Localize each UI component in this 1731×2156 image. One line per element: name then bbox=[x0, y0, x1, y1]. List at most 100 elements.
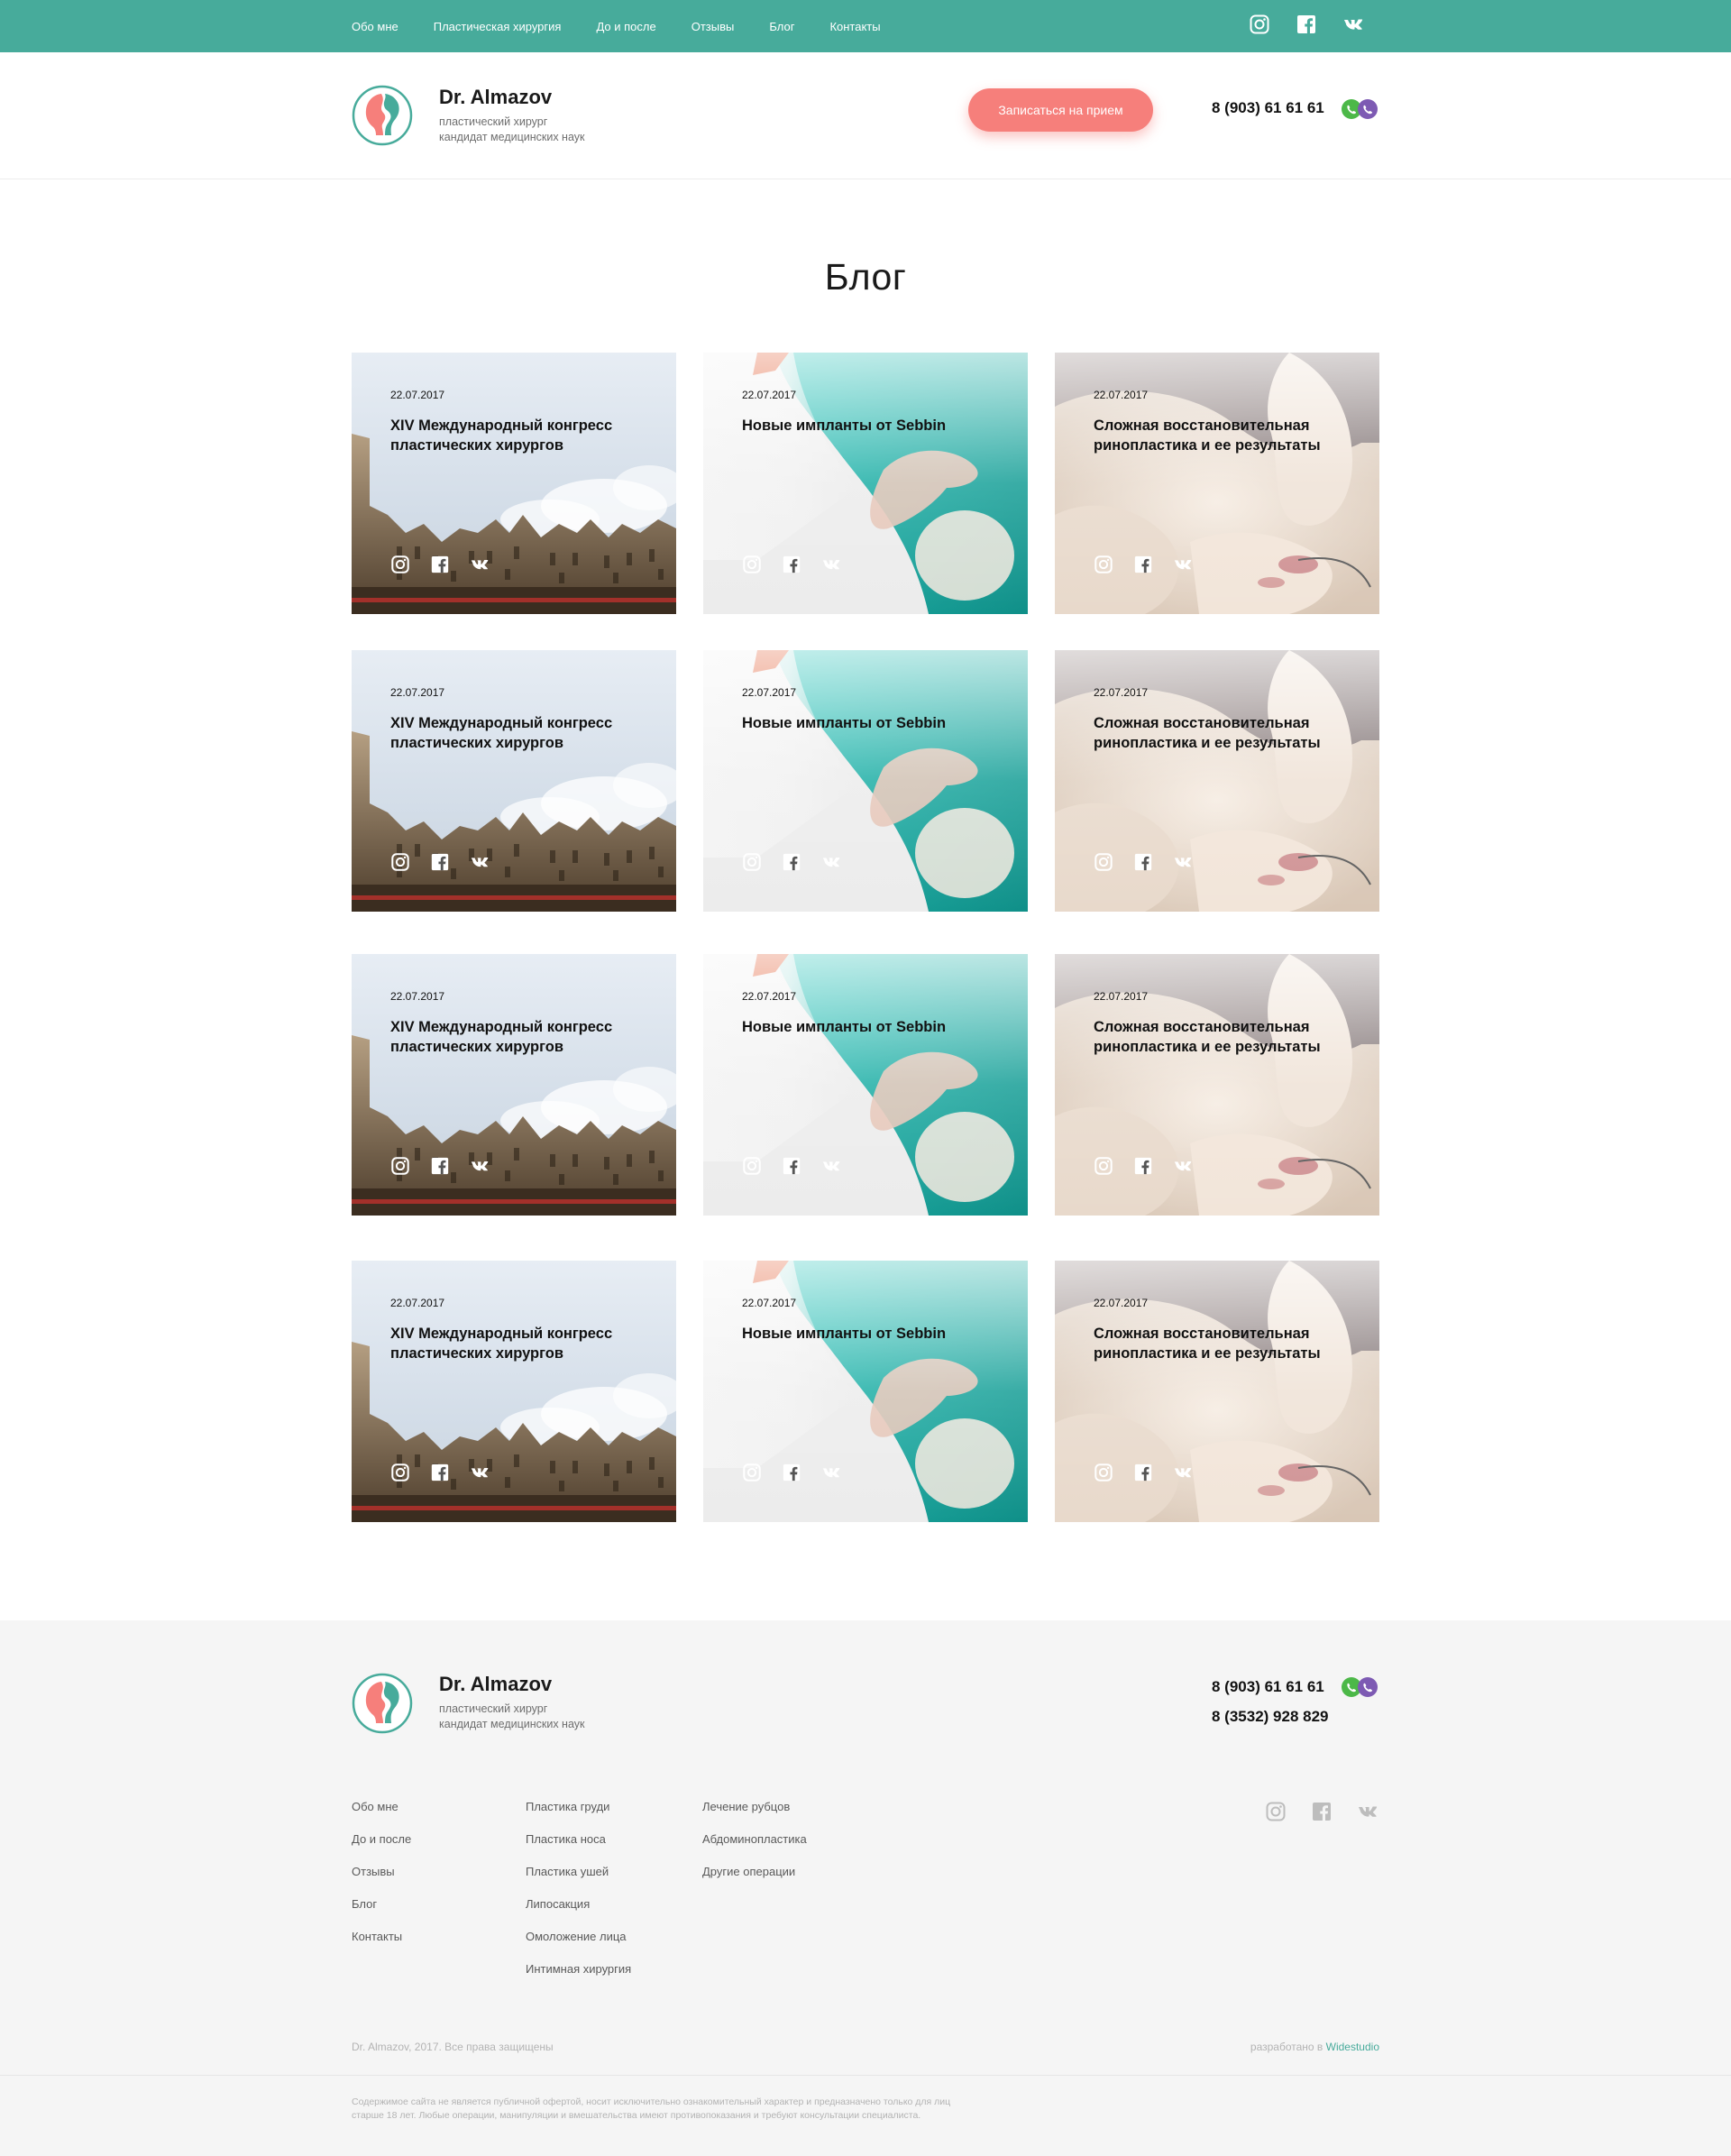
blog-card[interactable]: 22.07.2017 Сложная восстановительная рино… bbox=[1055, 1261, 1379, 1522]
nav-item-plastic-surgery[interactable]: Пластическая хирургия bbox=[434, 20, 562, 33]
blog-card-title[interactable]: XIV Международный конгресс пластических … bbox=[390, 416, 652, 455]
developer-link[interactable]: Widestudio bbox=[1326, 2041, 1379, 2053]
nav-item-reviews[interactable]: Отзывы bbox=[691, 20, 735, 33]
nav-item-blog[interactable]: Блог bbox=[769, 20, 794, 33]
page-title: Блог bbox=[824, 256, 907, 298]
vk-icon[interactable] bbox=[821, 1463, 841, 1482]
facebook-icon[interactable] bbox=[1133, 1463, 1153, 1482]
blog-card-title[interactable]: XIV Международный конгресс пластических … bbox=[390, 713, 652, 753]
viber-icon[interactable] bbox=[1358, 99, 1378, 119]
blog-card[interactable]: 22.07.2017 XIV Международный конгресс пла… bbox=[352, 1261, 676, 1522]
top-navbar: Обо мне Пластическая хирургия До и после… bbox=[0, 0, 1731, 52]
blog-card[interactable]: 22.07.2017 Новые импланты от Sebbin bbox=[703, 650, 1028, 912]
footer-link[interactable]: Пластика груди bbox=[526, 1801, 631, 1812]
facebook-icon[interactable] bbox=[430, 555, 450, 574]
blog-card[interactable]: 22.07.2017 Сложная восстановительная рино… bbox=[1055, 954, 1379, 1216]
blog-card[interactable]: 22.07.2017 XIV Международный конгресс пла… bbox=[352, 954, 676, 1216]
instagram-icon[interactable] bbox=[1094, 1156, 1113, 1176]
blog-card[interactable]: 22.07.2017 XIV Международный конгресс пла… bbox=[352, 650, 676, 912]
vk-icon[interactable] bbox=[1357, 1801, 1378, 1822]
nav-item-before-after[interactable]: До и после bbox=[596, 20, 655, 33]
vk-icon[interactable] bbox=[470, 1156, 490, 1176]
vk-icon[interactable] bbox=[470, 1463, 490, 1482]
footer-phone-landline[interactable]: 8 (3532) 928 829 bbox=[1212, 1708, 1329, 1726]
footer-link[interactable]: Интимная хирургия bbox=[526, 1963, 631, 1975]
blog-card[interactable]: 22.07.2017 Новые импланты от Sebbin bbox=[703, 1261, 1028, 1522]
blog-card[interactable]: 22.07.2017 Сложная восстановительная рино… bbox=[1055, 650, 1379, 912]
footer-link[interactable]: Омоложение лица bbox=[526, 1931, 631, 1942]
footer-link[interactable]: Другие операции bbox=[702, 1866, 807, 1877]
instagram-icon[interactable] bbox=[390, 1156, 410, 1176]
blog-card-title[interactable]: XIV Международный конгресс пластических … bbox=[390, 1017, 652, 1057]
instagram-icon[interactable] bbox=[1094, 1463, 1113, 1482]
facebook-icon[interactable] bbox=[1296, 14, 1317, 35]
footer-phone-mobile[interactable]: 8 (903) 61 61 61 bbox=[1212, 1678, 1324, 1696]
blog-card-title[interactable]: Сложная восстановительная ринопластика и… bbox=[1094, 1324, 1355, 1363]
book-appointment-button[interactable]: Записаться на прием bbox=[968, 88, 1153, 132]
footer-nav-col-surgery: Пластика груди Пластика носа Пластика уш… bbox=[526, 1801, 631, 1995]
vk-icon[interactable] bbox=[821, 555, 841, 574]
instagram-icon[interactable] bbox=[1265, 1801, 1287, 1822]
blog-card-title[interactable]: Новые импланты от Sebbin bbox=[742, 1017, 1003, 1037]
blog-card[interactable]: 22.07.2017 XIV Международный конгресс пла… bbox=[352, 353, 676, 614]
instagram-icon[interactable] bbox=[390, 1463, 410, 1482]
instagram-icon[interactable] bbox=[742, 1156, 762, 1176]
blog-card-title[interactable]: Новые импланты от Sebbin bbox=[742, 713, 1003, 733]
instagram-icon[interactable] bbox=[390, 555, 410, 574]
footer-link[interactable]: Пластика носа bbox=[526, 1833, 631, 1845]
viber-icon[interactable] bbox=[1358, 1677, 1378, 1697]
facebook-icon[interactable] bbox=[430, 1156, 450, 1176]
vk-icon[interactable] bbox=[821, 852, 841, 872]
facebook-icon[interactable] bbox=[782, 1156, 801, 1176]
instagram-icon[interactable] bbox=[742, 1463, 762, 1482]
facebook-icon[interactable] bbox=[782, 555, 801, 574]
blog-card[interactable]: 22.07.2017 Новые импланты от Sebbin bbox=[703, 353, 1028, 614]
nav-item-about[interactable]: Обо мне bbox=[352, 20, 398, 33]
facebook-icon[interactable] bbox=[1133, 1156, 1153, 1176]
facebook-icon[interactable] bbox=[782, 852, 801, 872]
vk-icon[interactable] bbox=[1173, 852, 1193, 872]
footer-link[interactable]: Липосакция bbox=[526, 1898, 631, 1910]
blog-card-title[interactable]: Сложная восстановительная ринопластика и… bbox=[1094, 1017, 1355, 1057]
footer-link[interactable]: Пластика ушей bbox=[526, 1866, 631, 1877]
footer-link[interactable]: До и после bbox=[352, 1833, 411, 1845]
footer-link[interactable]: Лечение рубцов bbox=[702, 1801, 807, 1812]
blog-card[interactable]: 22.07.2017 Новые импланты от Sebbin bbox=[703, 954, 1028, 1216]
footer-logo[interactable] bbox=[352, 1673, 413, 1734]
nav-item-contacts[interactable]: Контакты bbox=[829, 20, 880, 33]
instagram-icon[interactable] bbox=[1094, 555, 1113, 574]
vk-icon[interactable] bbox=[1173, 1463, 1193, 1482]
blog-card-date: 22.07.2017 bbox=[390, 990, 445, 1003]
instagram-icon[interactable] bbox=[390, 852, 410, 872]
blog-card-title[interactable]: Новые импланты от Sebbin bbox=[742, 416, 1003, 436]
blog-card[interactable]: 22.07.2017 Сложная восстановительная рино… bbox=[1055, 353, 1379, 614]
blog-card-title[interactable]: XIV Международный конгресс пластических … bbox=[390, 1324, 652, 1363]
instagram-icon[interactable] bbox=[742, 852, 762, 872]
vk-icon[interactable] bbox=[1173, 1156, 1193, 1176]
instagram-icon[interactable] bbox=[1094, 852, 1113, 872]
facebook-icon[interactable] bbox=[1311, 1801, 1333, 1822]
footer-link[interactable]: Отзывы bbox=[352, 1866, 411, 1877]
vk-icon[interactable] bbox=[1342, 14, 1364, 35]
blog-card-share bbox=[390, 852, 509, 872]
facebook-icon[interactable] bbox=[782, 1463, 801, 1482]
instagram-icon[interactable] bbox=[742, 555, 762, 574]
blog-card-title[interactable]: Новые импланты от Sebbin bbox=[742, 1324, 1003, 1344]
brand-logo[interactable] bbox=[352, 85, 413, 146]
footer-link[interactable]: Обо мне bbox=[352, 1801, 411, 1812]
vk-icon[interactable] bbox=[821, 1156, 841, 1176]
vk-icon[interactable] bbox=[1173, 555, 1193, 574]
facebook-icon[interactable] bbox=[430, 852, 450, 872]
footer-link[interactable]: Абдоминопластика bbox=[702, 1833, 807, 1845]
facebook-icon[interactable] bbox=[1133, 852, 1153, 872]
blog-card-title[interactable]: Сложная восстановительная ринопластика и… bbox=[1094, 713, 1355, 753]
vk-icon[interactable] bbox=[470, 555, 490, 574]
facebook-icon[interactable] bbox=[430, 1463, 450, 1482]
instagram-icon[interactable] bbox=[1249, 14, 1270, 35]
footer-link[interactable]: Блог bbox=[352, 1898, 411, 1910]
footer-link[interactable]: Контакты bbox=[352, 1931, 411, 1942]
header-phone[interactable]: 8 (903) 61 61 61 bbox=[1212, 99, 1324, 117]
vk-icon[interactable] bbox=[470, 852, 490, 872]
facebook-icon[interactable] bbox=[1133, 555, 1153, 574]
blog-card-title[interactable]: Сложная восстановительная ринопластика и… bbox=[1094, 416, 1355, 455]
